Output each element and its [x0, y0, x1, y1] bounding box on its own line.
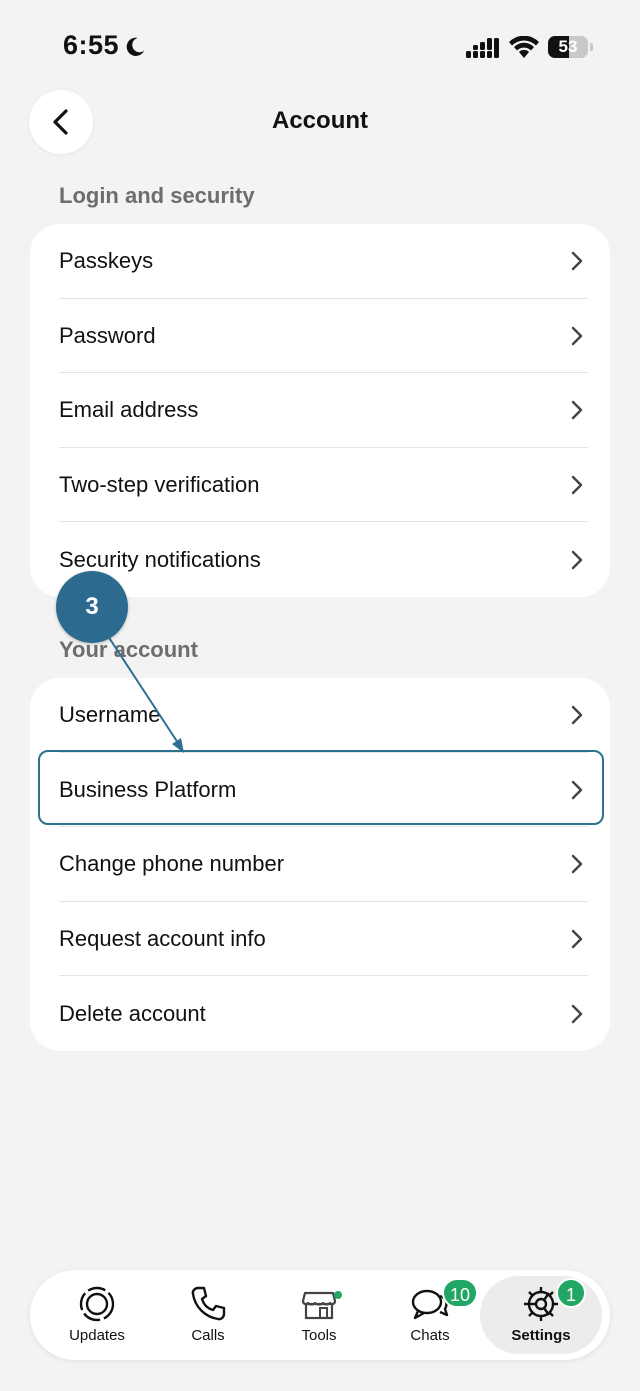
row-label: Change phone number	[59, 851, 285, 877]
row-label: Security notifications	[59, 546, 261, 572]
status-bar: 6:55 53	[0, 0, 640, 90]
page-title: Account	[272, 107, 368, 134]
settings-row-two-step-verification[interactable]: Two-step verification	[30, 448, 610, 523]
nav-label: Chats	[410, 1327, 450, 1344]
card-your-account: Username Business Platform Change phone …	[30, 678, 610, 1051]
settings-badge: 1	[556, 1278, 586, 1308]
chevron-right-icon	[571, 929, 583, 949]
status-time: 6:55	[63, 30, 120, 60]
chevron-right-icon	[571, 252, 583, 271]
row-label: Two-step verification	[59, 472, 260, 498]
gear-icon	[524, 1287, 558, 1321]
card-login-security: Passkeys Password Email address Two-step…	[30, 224, 610, 597]
chevron-right-icon	[571, 475, 583, 495]
settings-row-business-platform[interactable]: Business Platform	[30, 753, 610, 828]
row-label: Business Platform	[59, 776, 237, 802]
nav-label: Updates	[69, 1327, 125, 1344]
nav-label: Settings	[511, 1327, 571, 1344]
row-label: Request account info	[59, 926, 266, 952]
chevron-right-icon	[571, 706, 583, 725]
step-badge: 3	[56, 571, 128, 643]
updates-icon	[79, 1286, 115, 1322]
storefront-icon	[301, 1291, 337, 1320]
settings-row-change-phone-number[interactable]: Change phone number	[30, 827, 610, 902]
row-label: Email address	[59, 397, 199, 423]
nav-tools[interactable]: Tools	[264, 1270, 374, 1360]
nav-label: Calls	[191, 1327, 225, 1344]
chevron-right-icon	[571, 550, 583, 569]
settings-row-username[interactable]: Username	[30, 678, 610, 753]
nav-updates[interactable]: Updates	[42, 1270, 152, 1360]
nav-calls[interactable]: Calls	[153, 1270, 263, 1360]
bottom-nav: Updates Calls Tools 10 Chats 1 Settings	[30, 1270, 610, 1360]
tools-notification-dot	[334, 1291, 342, 1299]
battery-indicator: 53	[548, 36, 594, 58]
nav-chats[interactable]: 10 Chats	[375, 1270, 485, 1360]
settings-row-passkeys[interactable]: Passkeys	[30, 224, 610, 299]
row-label: Passkeys	[59, 248, 154, 274]
chats-unread-badge: 10	[442, 1278, 479, 1308]
chevron-right-icon	[571, 780, 583, 800]
battery-cap	[590, 43, 593, 51]
chevron-right-icon	[571, 401, 583, 420]
settings-row-request-account-info[interactable]: Request account info	[30, 902, 610, 977]
moon-icon	[126, 37, 145, 56]
wifi-icon	[509, 36, 539, 58]
battery-body: 53	[548, 36, 588, 58]
row-label: Delete account	[59, 1000, 206, 1026]
chevron-right-icon	[571, 855, 583, 874]
phone-icon	[191, 1286, 226, 1321]
chevron-right-icon	[571, 326, 583, 346]
settings-row-password[interactable]: Password	[30, 299, 610, 374]
nav-label: Tools	[301, 1327, 337, 1344]
section-label-login-security: Login and security	[59, 183, 255, 208]
battery-level: 53	[558, 37, 578, 56]
settings-row-email-address[interactable]: Email address	[30, 373, 610, 448]
chevron-right-icon	[571, 1004, 583, 1023]
nav-settings[interactable]: 1 Settings	[480, 1270, 602, 1360]
settings-row-delete-account[interactable]: Delete account	[30, 976, 610, 1051]
cellular-signal-icon	[466, 38, 499, 58]
row-label: Password	[59, 322, 156, 348]
row-label: Username	[59, 702, 161, 728]
